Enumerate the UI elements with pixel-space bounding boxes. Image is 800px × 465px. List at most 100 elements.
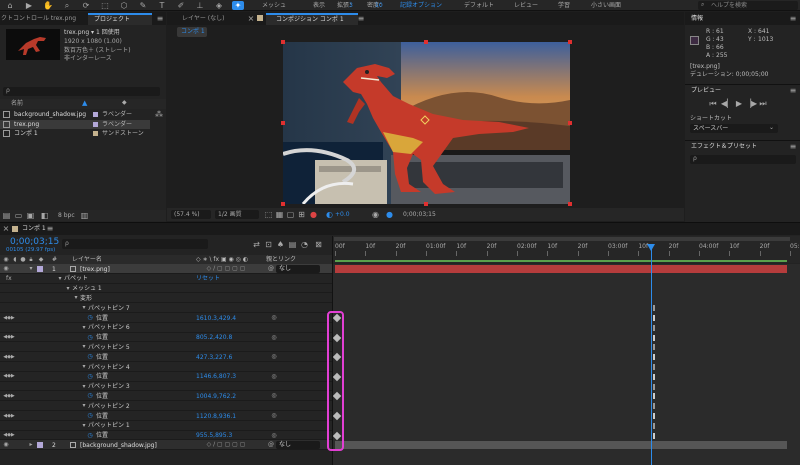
- keyframe-marker[interactable]: [652, 364, 655, 370]
- stopwatch-icon[interactable]: ◷: [86, 334, 94, 342]
- twirl-icon[interactable]: ▾: [64, 285, 72, 293]
- pan-behind-icon[interactable]: ⬡: [118, 1, 130, 10]
- layer-switches[interactable]: ◇ ∕ ▢ ▢ ▢ ▢: [196, 441, 256, 449]
- keyframe-nav-icon[interactable]: ◀◆▶: [2, 392, 16, 400]
- timeline-search-input[interactable]: ρ: [62, 239, 208, 249]
- property-row[interactable]: ▾ パペット リセット fx: [0, 273, 333, 284]
- expression-icon[interactable]: ◎: [270, 412, 278, 420]
- twirl-icon[interactable]: ▸: [27, 441, 35, 449]
- playhead-handle[interactable]: [647, 244, 655, 251]
- twirl-icon[interactable]: ▾: [80, 304, 88, 312]
- label-color-swatch[interactable]: [93, 131, 98, 136]
- panel-menu-icon[interactable]: ≡: [46, 224, 54, 234]
- tab-project[interactable]: プロジェクト: [88, 13, 152, 25]
- draft-3d-icon[interactable]: ⊡: [264, 240, 273, 249]
- eye-icon[interactable]: ◉: [2, 441, 10, 449]
- new-comp-icon[interactable]: ▣: [26, 211, 35, 220]
- expression-icon[interactable]: ◎: [270, 392, 278, 400]
- property-row[interactable]: ▾ パペットピン 3: [0, 381, 333, 392]
- property-value[interactable]: 1610.3,429.4: [196, 315, 236, 322]
- layer-switches[interactable]: ◇ ∕ ▢ ▢ ▢ ▢: [196, 265, 256, 273]
- property-value[interactable]: 1004.9,762.2: [196, 393, 236, 400]
- puppet-tool-icon[interactable]: ✦: [232, 1, 244, 10]
- layer-name[interactable]: [trex.png]: [80, 266, 110, 273]
- transform-handle[interactable]: [281, 40, 285, 44]
- text-tool-icon[interactable]: T: [156, 1, 168, 10]
- pickwhip-icon[interactable]: @: [266, 441, 276, 449]
- project-item[interactable]: コンポ 1 サンドストーン: [0, 129, 150, 138]
- stopwatch-icon[interactable]: ◷: [86, 353, 94, 361]
- expression-icon[interactable]: ◎: [270, 373, 278, 381]
- expression-icon[interactable]: ◎: [270, 432, 278, 440]
- hand-tool-icon[interactable]: ✋: [42, 1, 54, 10]
- twirl-icon[interactable]: ▾: [56, 275, 64, 283]
- comp-timecode[interactable]: 0;00;03;15: [403, 212, 436, 218]
- property-row[interactable]: ◀◆▶ ◷ 位置 805.2,420.8 ◎: [0, 332, 333, 343]
- panel-menu-icon[interactable]: ≡: [789, 86, 797, 95]
- property-row[interactable]: ◀◆▶ ◷ 位置 1120.8,936.1 ◎: [0, 411, 333, 421]
- select-tool-icon[interactable]: ▶: [23, 1, 35, 10]
- expression-icon[interactable]: ◎: [270, 334, 278, 342]
- property-row[interactable]: ▾ パペットピン 4: [0, 362, 333, 372]
- first-frame-icon[interactable]: ⏮: [708, 99, 718, 108]
- eye-icon[interactable]: ◉: [2, 265, 10, 273]
- delete-icon[interactable]: ▥: [80, 211, 89, 220]
- workspace-0[interactable]: メッシュ: [262, 3, 286, 9]
- twirl-icon[interactable]: ▾: [80, 324, 88, 332]
- panel-menu-icon[interactable]: ≡: [357, 14, 365, 23]
- last-frame-icon[interactable]: ⏭: [758, 99, 768, 108]
- workspace-5[interactable]: レビュー: [514, 3, 538, 9]
- work-area-range[interactable]: [335, 260, 787, 262]
- exposure-value[interactable]: +0.0: [335, 212, 350, 218]
- project-item[interactable]: background_shadow.jpg ラベンダー: [0, 110, 150, 119]
- panel-menu-icon[interactable]: ≡: [789, 14, 797, 23]
- twirl-icon[interactable]: ▾: [80, 343, 88, 351]
- show-snapshot-icon[interactable]: ●: [385, 210, 394, 219]
- effects-search-input[interactable]: ρ: [690, 155, 796, 164]
- keyframe-nav-icon[interactable]: ◀◆▶: [2, 314, 16, 322]
- twirl-icon[interactable]: ▾: [80, 402, 88, 410]
- twirl-icon[interactable]: ▾: [27, 265, 35, 273]
- layer-duration-bar[interactable]: [335, 265, 787, 273]
- snapshot-icon[interactable]: ◉: [371, 210, 380, 219]
- transform-handle[interactable]: [281, 202, 285, 206]
- play-icon[interactable]: ▶: [734, 99, 744, 108]
- keyframe-nav-icon[interactable]: ◀◆▶: [2, 432, 16, 440]
- tab-layer[interactable]: レイヤー (なし): [182, 16, 224, 22]
- keyframe-marker[interactable]: [652, 383, 655, 390]
- lock-icon[interactable]: [257, 15, 263, 21]
- transform-handle[interactable]: [568, 202, 572, 206]
- work-area-bar[interactable]: [334, 237, 790, 241]
- roto-tool-icon[interactable]: ◈: [213, 1, 225, 10]
- reset-link[interactable]: リセット: [196, 276, 220, 282]
- flowchart-icon[interactable]: ⁂: [154, 110, 164, 119]
- parent-dropdown[interactable]: なし: [276, 265, 320, 273]
- keyframe-marker[interactable]: [652, 393, 655, 400]
- transform-handle[interactable]: [424, 202, 428, 206]
- twirl-icon[interactable]: ▾: [80, 422, 88, 430]
- mask-toggle-icon[interactable]: ▢: [286, 210, 295, 219]
- layer-row[interactable]: ◉ ▾ 1 [trex.png] ◇ ∕ ▢ ▢ ▢ ▢ @ なし: [0, 264, 333, 274]
- close-icon[interactable]: ×: [2, 224, 10, 234]
- property-row[interactable]: ▾ パペットピン 5: [0, 342, 333, 353]
- keyframe-marker[interactable]: [652, 413, 655, 419]
- keyframe-marker[interactable]: [652, 334, 655, 341]
- transform-handle[interactable]: [568, 121, 572, 125]
- project-item[interactable]: trex.png ラベンダー: [0, 119, 150, 129]
- close-icon[interactable]: ×: [247, 13, 255, 24]
- twirl-icon[interactable]: ▾: [72, 294, 80, 302]
- property-row[interactable]: ▾ 変形: [0, 293, 333, 304]
- panel-menu-icon[interactable]: ≡: [156, 14, 164, 23]
- layer-name[interactable]: [background_shadow.jpg]: [80, 442, 157, 449]
- property-value[interactable]: 805.2,420.8: [196, 335, 232, 341]
- resolution-dropdown[interactable]: 1/2 画質: [215, 210, 259, 219]
- zoom-tool-icon[interactable]: ⌕: [61, 1, 73, 10]
- property-row[interactable]: ◀◆▶ ◷ 位置 955.5,895.3 ◎: [0, 430, 333, 441]
- property-row[interactable]: ▾ パペットピン 7: [0, 303, 333, 313]
- keyframe-marker[interactable]: [652, 422, 655, 429]
- stopwatch-icon[interactable]: ◷: [86, 412, 94, 420]
- brush-tool-icon[interactable]: ✐: [175, 1, 187, 10]
- transparency-grid-icon[interactable]: ▦: [275, 210, 284, 219]
- bpc-label[interactable]: 8 bpc: [58, 213, 75, 219]
- stopwatch-icon[interactable]: ◷: [86, 373, 94, 381]
